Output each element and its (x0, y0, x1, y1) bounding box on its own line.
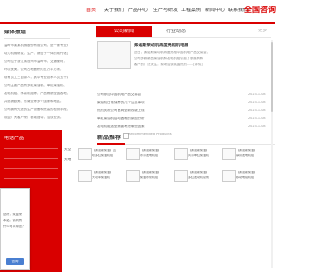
nav-item-about[interactable]: 关于我们 (104, 8, 124, 13)
product-title: 大功率柴油机 (92, 176, 111, 179)
product-image[interactable] (222, 170, 236, 182)
product-title: 【弗诺斯柴油】 (236, 149, 258, 152)
media-text-line: 现有员工三百余人，其中专业技术人员五十余名。 (4, 76, 68, 79)
feature-news-summary: 客户的广泛关注，现场洽谈氛围热烈……[详情] (134, 63, 203, 66)
divider (4, 148, 58, 149)
divider (4, 158, 58, 159)
product-image[interactable] (174, 170, 188, 182)
product-title: 静音发电机组 (236, 154, 255, 157)
product-title: 【弗诺斯柴油】 (140, 171, 162, 174)
nav-item-cases[interactable]: 工程案例 (181, 8, 201, 13)
media-report-title: 媒体报道 (4, 30, 27, 35)
feature-news-summary: 近日，弗诺斯柴动机再度亮相中国机电产品交易会， (134, 51, 210, 54)
product-title: 移动电站机组 (236, 176, 255, 179)
product-image[interactable] (126, 170, 140, 182)
product-image[interactable] (78, 170, 92, 182)
product-title: 多缸发动机总成 (188, 176, 210, 179)
product-category-title: 电话产品 (4, 136, 25, 141)
section-underline (97, 143, 125, 145)
product-title: 【弗诺斯柴油】 (92, 171, 114, 174)
more-link[interactable]: 更多 (258, 29, 267, 34)
news-list-item[interactable]: 热烈庆祝公司官网全新改版上线 (97, 109, 217, 112)
media-text-line: 并远销欧美、东南亚等多个国家和地区。 (4, 100, 64, 103)
nav-item-news[interactable]: 新闻中心 (205, 8, 225, 13)
media-text-line: 公司拥有先进的生产设备和完善的检测手段， (4, 108, 68, 111)
news-date: 2023-1-08 (248, 117, 266, 120)
brand-hotline: 全国咨询 (244, 6, 276, 14)
product-title: 【弗诺斯柴油】 (236, 171, 258, 174)
scrollbar-thumb[interactable] (271, 42, 273, 112)
chat-popup-text: 本站。请问有 (3, 219, 23, 222)
category-link[interactable]: 天地 (64, 158, 71, 162)
chat-consult-button[interactable]: 咨询 (6, 258, 24, 265)
news-date: 2023-1-08 (248, 109, 266, 112)
news-list-item[interactable]: 发电机组选型需要考虑哪些因素 (97, 125, 217, 128)
product-title: 喷多缸柴油机组 (92, 154, 114, 157)
news-date: 2023-1-08 (248, 93, 266, 96)
recommended-products-label: Recommended Products (128, 133, 172, 136)
news-list-item[interactable]: 柴油机日常保养的几个注意事项 (97, 101, 217, 104)
media-text-line: 公司主要产品有多缸柴油机、单缸柴油机、 (4, 84, 67, 87)
tab-company-news-label: 公司新闻 (113, 29, 134, 34)
product-title: 【弗诺斯柴油】 (188, 149, 210, 152)
chat-popup-text: 您好，欢迎来 (3, 213, 23, 216)
media-text-line: 欢迎广大客户来厂参观指导，洽谈业务。 (4, 116, 64, 119)
product-image[interactable] (222, 148, 236, 160)
product-title: 水冷发电机组 (140, 154, 159, 157)
product-title: 风冷单缸柴油机 (188, 154, 210, 157)
feature-news-summary: 公司多款新品柴油机和发电机组引起了参展商和 (134, 57, 204, 60)
category-link[interactable]: 天空 (64, 148, 71, 152)
media-text-line: 温岭市某某机械股份有限公司，是一家专业从事 (4, 44, 68, 47)
chat-popup-text: 什么可以帮您？ (3, 225, 26, 228)
product-image[interactable] (126, 148, 140, 160)
product-title: 柴油水泵机组 (140, 176, 159, 179)
chat-consult-button-label: 咨询 (11, 259, 19, 263)
media-text-line: 环境优美，公司占地面积约五万平方米， (4, 68, 64, 71)
product-title: 【弗诺斯柴油】直 (92, 149, 116, 152)
nav-item-production[interactable]: 生产与研发 (153, 8, 178, 13)
news-date: 2023-1-08 (248, 125, 266, 128)
product-image[interactable] (174, 148, 188, 160)
divider (4, 168, 58, 169)
divider (4, 38, 70, 39)
news-list-item[interactable]: 公司参加中国机电产品交易会 (97, 93, 217, 96)
product-image[interactable] (78, 148, 92, 160)
product-title: 【弗诺斯柴油】 (188, 171, 210, 174)
divider (96, 37, 271, 38)
news-date: 2023-1-08 (248, 101, 266, 104)
feature-news-title[interactable]: 弗诺斯柴动机再度亮相机电展 (134, 43, 188, 47)
tab-company-news[interactable]: 公司新闻 (96, 26, 152, 37)
feature-thumbnail[interactable] (97, 41, 131, 69)
media-text-line: 公司位于浙江省台州市温岭市，交通便利， (4, 60, 67, 63)
tab-industry-news[interactable]: 行业动态 (166, 29, 186, 34)
new-products-title: 新品推荐 (97, 135, 122, 141)
media-text-line: 动力机械研发、生产、销售于一体的现代化企业。 (4, 52, 68, 55)
news-list-item[interactable]: 单缸柴油机启动困难的原因分析 (97, 117, 217, 120)
top-nav: 首页 关于我们 产品中心 生产与研发 工程案例 新闻中心 联系我们 全国咨询 (0, 0, 276, 24)
media-text-line: 发电机组、水泵机组等，产品畅销全国各地， (4, 92, 68, 95)
nav-item-products[interactable]: 产品中心 (128, 8, 148, 13)
product-title: 【弗诺斯柴油】 (140, 149, 162, 152)
nav-item-home[interactable]: 首页 (86, 8, 96, 13)
divider (4, 178, 58, 179)
